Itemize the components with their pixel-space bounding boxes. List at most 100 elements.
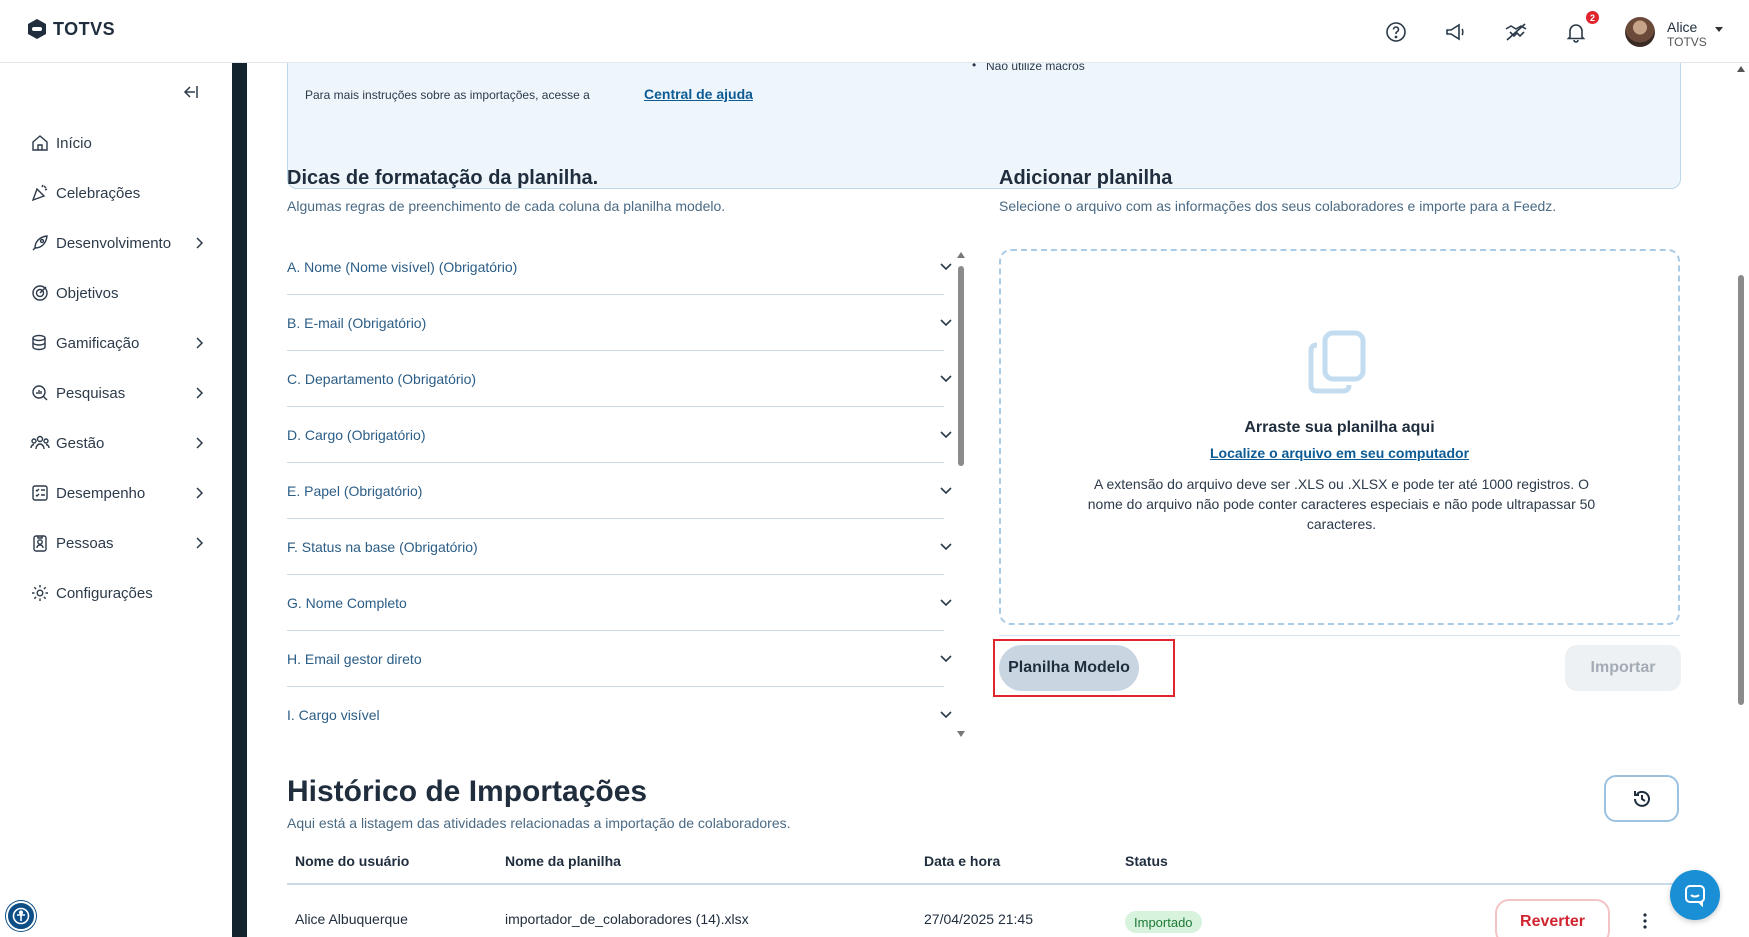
import-button[interactable]: Importar	[1565, 645, 1681, 691]
help-center-link[interactable]: Central de ajuda	[644, 86, 753, 102]
accordion-item-email[interactable]: B. E-mail (Obrigatório)	[287, 295, 952, 351]
sidebar-item-label: Gamificação	[56, 334, 140, 352]
chevron-right-icon	[196, 437, 204, 449]
accordion-item-cargo-visivel[interactable]: I. Cargo visível	[287, 687, 952, 743]
chevron-down-icon	[940, 375, 952, 383]
accessibility-icon	[12, 907, 30, 925]
rocket-icon	[32, 235, 48, 251]
accordion-item-status[interactable]: F. Status na base (Obrigatório)	[287, 519, 952, 575]
chevron-down-icon	[940, 711, 952, 719]
sidebar-item-label: Gestão	[56, 434, 105, 452]
file-dropzone[interactable]: Arraste sua planilha aqui Localize o arq…	[999, 249, 1680, 625]
accordion-label: H. Email gestor direto	[287, 650, 422, 667]
accordion-label: C. Departamento (Obrigatório)	[287, 370, 477, 387]
top-bar: TOTVS 2 Alice TOTVS	[0, 0, 1749, 63]
column-header-file: Nome da planilha	[505, 853, 621, 869]
main-content: Não utilize macros Para mais instruções …	[247, 63, 1733, 937]
chevron-down-icon	[940, 487, 952, 495]
status-badge: Importado	[1125, 911, 1202, 933]
file-requirements-text: A extensão do arquivo deve ser .XLS ou .…	[1087, 476, 1596, 532]
page-scroll-up[interactable]	[1737, 66, 1745, 72]
coins-icon	[32, 334, 46, 351]
megaphone-icon[interactable]	[1444, 20, 1468, 44]
sidebar-item-pesquisas[interactable]: Pesquisas	[30, 378, 210, 408]
accessibility-button[interactable]	[6, 901, 36, 931]
sidebar-item-label: Desempenho	[56, 484, 146, 502]
history-icon	[1633, 790, 1650, 807]
chat-button[interactable]	[1670, 870, 1720, 920]
totvs-logo[interactable]: TOTVS	[27, 18, 115, 40]
party-icon	[31, 184, 48, 202]
tips-subtitle: Algumas regras de preenchimento de cada …	[287, 198, 726, 214]
user-company: TOTVS	[1667, 35, 1707, 49]
sidebar-item-label: Pessoas	[56, 534, 114, 552]
more-options-icon[interactable]	[1640, 909, 1650, 933]
upload-divider	[999, 635, 1680, 636]
accordion-item-cargo[interactable]: D. Cargo (Obrigatório)	[287, 407, 952, 463]
tips-title: Dicas de formatação da planilha.	[287, 167, 599, 189]
content-frame-border	[232, 63, 247, 937]
highlight-box	[993, 639, 1175, 697]
home-icon	[32, 135, 48, 151]
column-header-status: Status	[1125, 853, 1168, 869]
accordion-item-email-gestor[interactable]: H. Email gestor direto	[287, 631, 952, 687]
revert-button[interactable]: Reverter	[1495, 899, 1610, 937]
target-icon	[32, 285, 48, 301]
sidebar-item-celebracoes[interactable]: Celebrações	[30, 178, 210, 208]
sidebar-item-inicio[interactable]: Início	[30, 128, 210, 158]
page-scrollbar-thumb[interactable]	[1738, 275, 1744, 705]
sidebar-item-gestao[interactable]: Gestão	[30, 428, 210, 458]
avatar[interactable]	[1625, 17, 1655, 47]
accordion-label: A. Nome (Nome visível) (Obrigatório)	[287, 258, 518, 275]
sidebar-item-desenvolvimento[interactable]: Desenvolvimento	[30, 228, 210, 258]
chevron-down-icon	[940, 431, 952, 439]
instruction-bullet: Não utilize macros	[972, 63, 1085, 73]
accordion-scroll-down[interactable]	[957, 731, 965, 737]
sidebar-item-gamificacao[interactable]: Gamificação	[30, 328, 210, 358]
checklist-icon	[32, 485, 48, 501]
accordion-label: B. E-mail (Obrigatório)	[287, 314, 427, 331]
sidebar-item-pessoas[interactable]: Pessoas	[30, 528, 210, 558]
browse-file-link[interactable]: Localize o arquivo em seu computador	[1001, 445, 1678, 461]
chevron-down-icon	[940, 319, 952, 327]
sidebar-item-configuracoes[interactable]: Configurações	[30, 578, 210, 608]
accordion-label: G. Nome Completo	[287, 594, 407, 611]
accordion-scroll-up[interactable]	[957, 252, 965, 258]
bell-icon[interactable]	[1564, 20, 1588, 44]
logo-text: TOTVS	[53, 18, 116, 39]
row-datetime: 27/04/2025 21:45	[924, 911, 1033, 927]
accordion-item-nome-completo[interactable]: G. Nome Completo	[287, 575, 952, 631]
accordion-item-departamento[interactable]: C. Departamento (Obrigatório)	[287, 351, 952, 407]
sidebar-item-label: Início	[56, 134, 92, 152]
gear-icon	[32, 585, 48, 601]
row-user-name: Alice Albuquerque	[295, 911, 408, 927]
chevron-right-icon	[196, 237, 204, 249]
chevron-down-icon[interactable]	[1715, 27, 1723, 32]
accordion-scrollbar[interactable]	[958, 266, 964, 466]
upload-title: Adicionar planilha	[999, 167, 1173, 189]
upload-subtitle: Selecione o arquivo com as informações d…	[999, 198, 1557, 214]
chat-icon	[1685, 885, 1705, 907]
handshake-icon[interactable]	[1504, 20, 1528, 44]
help-icon[interactable]	[1384, 20, 1408, 44]
accordion-item-papel[interactable]: E. Papel (Obrigatório)	[287, 463, 952, 519]
user-name[interactable]: Alice	[1667, 19, 1697, 35]
sidebar: Início Celebrações Desenvolvimento Objet…	[0, 63, 232, 937]
column-header-user: Nome do usuário	[295, 853, 410, 869]
help-text: Para mais instruções sobre as importaçõe…	[305, 88, 590, 102]
history-title: Histórico de Importações	[287, 775, 648, 808]
sidebar-item-desempenho[interactable]: Desempenho	[30, 478, 210, 508]
history-refresh-button[interactable]	[1604, 775, 1679, 822]
notification-badge: 2	[1586, 11, 1599, 24]
collapse-sidebar-icon[interactable]	[181, 83, 199, 101]
column-header-datetime: Data e hora	[924, 853, 1001, 869]
chevron-down-icon	[940, 655, 952, 663]
chevron-right-icon	[196, 387, 204, 399]
chevron-down-icon	[940, 599, 952, 607]
table-header-divider	[287, 883, 1681, 885]
copy-files-icon	[1308, 330, 1366, 394]
accordion-item-nome[interactable]: A. Nome (Nome visível) (Obrigatório)	[287, 239, 952, 295]
sidebar-item-objetivos[interactable]: Objetivos	[30, 278, 210, 308]
accordion-label: F. Status na base (Obrigatório)	[287, 538, 478, 555]
chevron-down-icon	[940, 263, 952, 271]
